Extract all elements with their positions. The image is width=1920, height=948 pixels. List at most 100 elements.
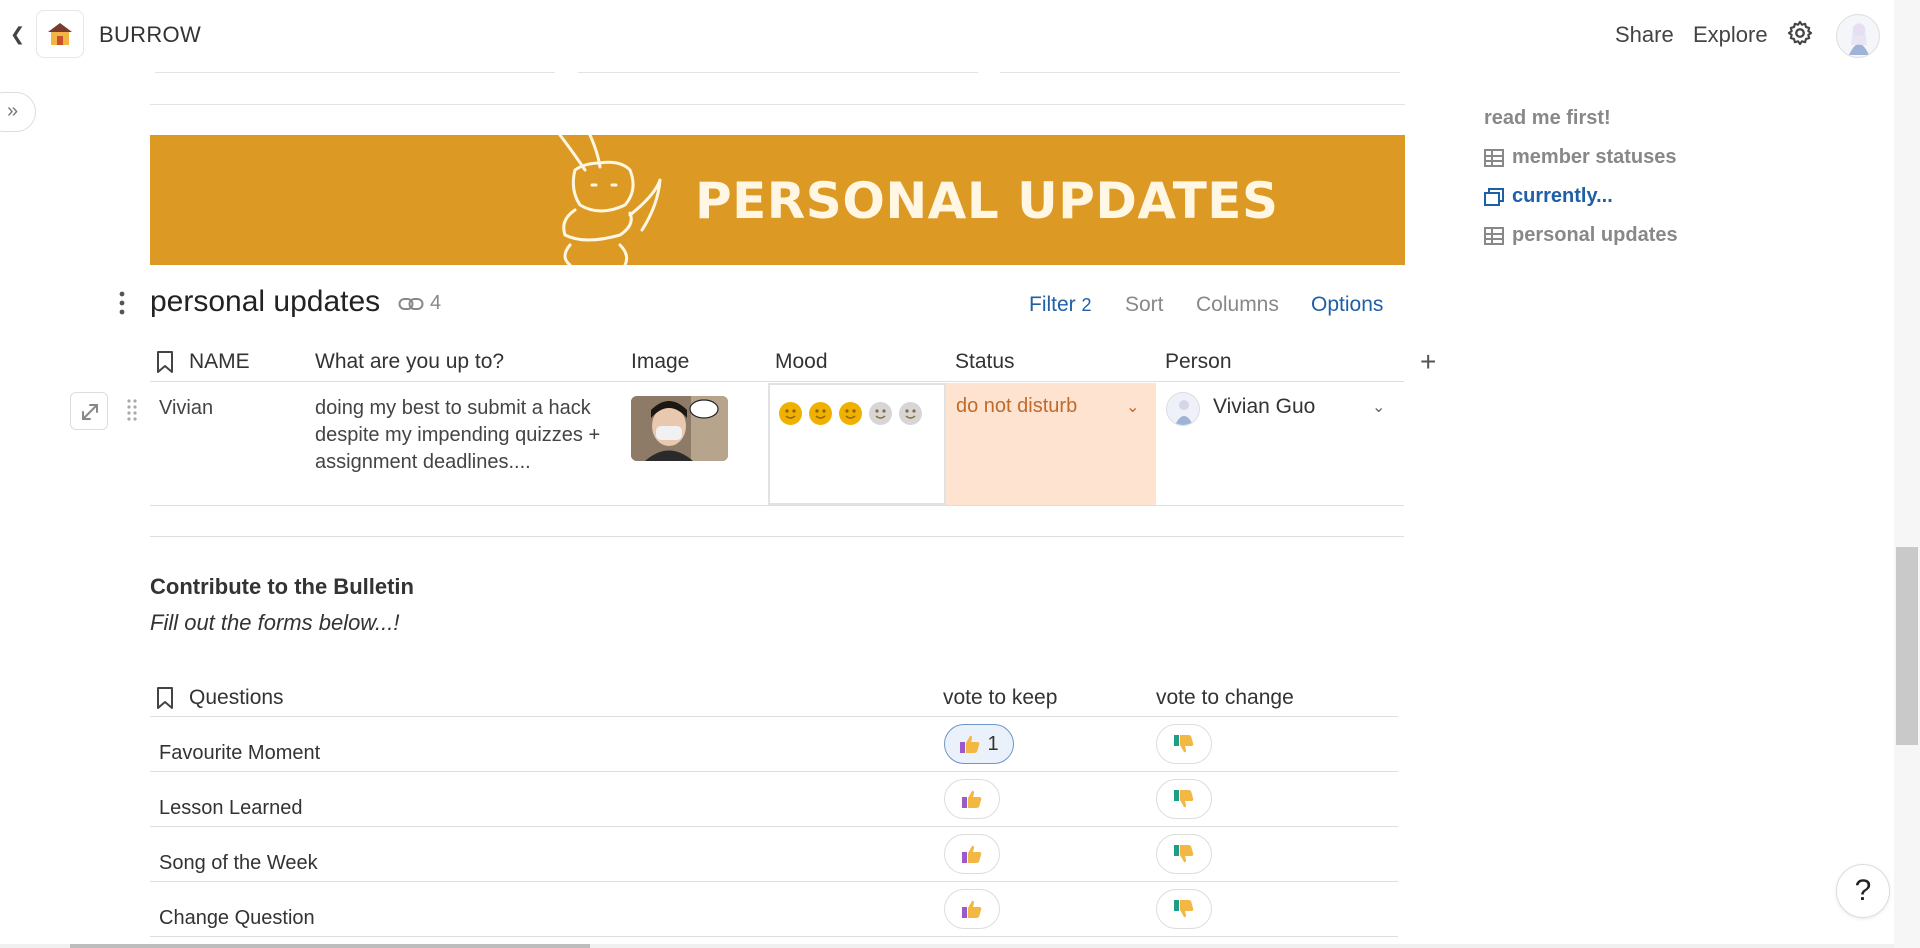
options-button[interactable]: Options (1311, 293, 1383, 317)
outline-item-label: read me first! (1484, 107, 1611, 129)
outline-item-member-statuses[interactable]: member statuses (1484, 146, 1677, 169)
thumbs-down-icon (1174, 845, 1194, 863)
divider (578, 72, 978, 73)
horizontal-scrollbar-thumb[interactable] (70, 944, 590, 948)
question-label[interactable]: Song of the Week (159, 852, 318, 875)
chevron-down-icon[interactable]: ⌄ (1126, 397, 1139, 417)
vote-change-button[interactable] (1156, 834, 1212, 874)
question-label[interactable]: Lesson Learned (159, 797, 302, 820)
mood-face-filled-icon[interactable] (809, 402, 832, 425)
question-label[interactable]: Favourite Moment (159, 742, 320, 765)
add-column-button[interactable]: + (1420, 346, 1436, 378)
share-button[interactable]: Share (1615, 22, 1674, 48)
thumbs-up-icon (962, 845, 982, 863)
filter-button[interactable]: Filter 2 (1029, 293, 1092, 317)
chevron-down-icon[interactable]: ⌄ (1372, 397, 1385, 417)
row-divider (150, 505, 1404, 506)
thumbs-up-icon (962, 900, 982, 918)
filter-count: 2 (1081, 295, 1092, 315)
status-value: do not disturb (956, 395, 1078, 417)
row-divider (150, 716, 1398, 717)
row-divider (150, 881, 1398, 882)
table-icon (1484, 226, 1504, 245)
column-header-image[interactable]: Image (631, 350, 689, 374)
vertical-scrollbar-track[interactable] (1894, 0, 1920, 948)
explore-button[interactable]: Explore (1693, 22, 1768, 48)
divider (150, 536, 1404, 537)
vote-change-button[interactable] (1156, 889, 1212, 929)
bunny-illustration (558, 135, 662, 265)
drag-handle-icon[interactable] (126, 398, 138, 422)
divider (150, 104, 1405, 105)
linked-views-count[interactable]: 4 (398, 292, 441, 315)
outline-item-currently[interactable]: currently... (1484, 185, 1613, 208)
row-divider (150, 381, 1404, 382)
thumbs-up-icon (960, 735, 980, 753)
vote-change-button[interactable] (1156, 724, 1212, 764)
table-title[interactable]: personal updates (150, 285, 380, 319)
section-banner: PERSONAL UPDATES (150, 135, 1405, 265)
column-header-status[interactable]: Status (955, 350, 1015, 374)
row-up-to-cell[interactable]: doing my best to submit a hack despite m… (315, 395, 615, 476)
column-header-name[interactable]: NAME (189, 350, 250, 374)
bookmark-icon (157, 687, 173, 709)
expand-sidebar-icon[interactable]: » (0, 92, 36, 132)
top-bar: ❮ BURROW Share Explore (0, 0, 1900, 70)
mood-face-empty-icon[interactable] (899, 402, 922, 425)
outline-item-label: member statuses (1512, 146, 1677, 168)
column-header-questions[interactable]: Questions (189, 686, 284, 710)
filter-label: Filter (1029, 293, 1076, 316)
vote-change-button[interactable] (1156, 779, 1212, 819)
outline-item-label: currently... (1512, 185, 1613, 207)
vote-keep-button[interactable]: 1 (944, 724, 1014, 764)
vote-keep-button[interactable] (944, 779, 1000, 819)
person-name[interactable]: Vivian Guo (1213, 395, 1315, 419)
row-mood-cell[interactable] (768, 383, 946, 505)
column-header-vote-change[interactable]: vote to change (1156, 686, 1294, 710)
bookmark-icon (157, 351, 173, 373)
outline-item-read-me-first[interactable]: read me first! (1484, 107, 1611, 130)
bulletin-title: Contribute to the Bulletin (150, 574, 414, 599)
person-avatar (1166, 392, 1200, 426)
outline-item-personal-updates[interactable]: personal updates (1484, 224, 1678, 247)
table-icon (1484, 148, 1504, 167)
column-header-person[interactable]: Person (1165, 350, 1232, 374)
expand-row-icon[interactable] (70, 392, 108, 430)
row-status-cell[interactable]: do not disturb ⌄ (946, 383, 1156, 505)
workspace-name[interactable]: BURROW (99, 22, 201, 48)
column-header-mood[interactable]: Mood (775, 350, 828, 374)
vote-keep-button[interactable] (944, 889, 1000, 929)
link-icon (398, 297, 424, 310)
gear-icon[interactable] (1786, 19, 1814, 47)
user-avatar[interactable] (1836, 14, 1880, 58)
workspace-logo[interactable] (36, 10, 84, 58)
thumbs-down-icon (1174, 735, 1194, 753)
mood-face-empty-icon[interactable] (869, 402, 892, 425)
burrow-house-icon (48, 23, 72, 45)
outline-item-label: personal updates (1512, 224, 1678, 246)
vertical-scrollbar-thumb[interactable] (1896, 547, 1918, 745)
help-button[interactable]: ? (1836, 864, 1890, 918)
link-count-value: 4 (430, 292, 442, 314)
row-image-thumbnail[interactable] (631, 396, 728, 461)
row-name-cell[interactable]: Vivian (159, 395, 213, 422)
mood-face-filled-icon[interactable] (779, 402, 802, 425)
block-menu-icon[interactable] (114, 290, 130, 316)
divider (155, 72, 555, 73)
columns-button[interactable]: Columns (1196, 293, 1279, 317)
thumbs-up-icon (962, 790, 982, 808)
divider (1000, 72, 1400, 73)
vote-keep-count: 1 (987, 732, 999, 755)
back-chevron-icon[interactable]: ❮ (10, 24, 25, 45)
banner-title: PERSONAL UPDATES (695, 172, 1279, 230)
row-divider (150, 771, 1398, 772)
column-header-vote-keep[interactable]: vote to keep (943, 686, 1057, 710)
row-divider (150, 826, 1398, 827)
row-divider (150, 936, 1398, 937)
bulletin-subtitle: Fill out the forms below...! (150, 610, 400, 635)
vote-keep-button[interactable] (944, 834, 1000, 874)
mood-face-filled-icon[interactable] (839, 402, 862, 425)
sort-button[interactable]: Sort (1125, 293, 1164, 317)
column-header-up-to[interactable]: What are you up to? (315, 350, 504, 374)
question-label[interactable]: Change Question (159, 907, 315, 930)
